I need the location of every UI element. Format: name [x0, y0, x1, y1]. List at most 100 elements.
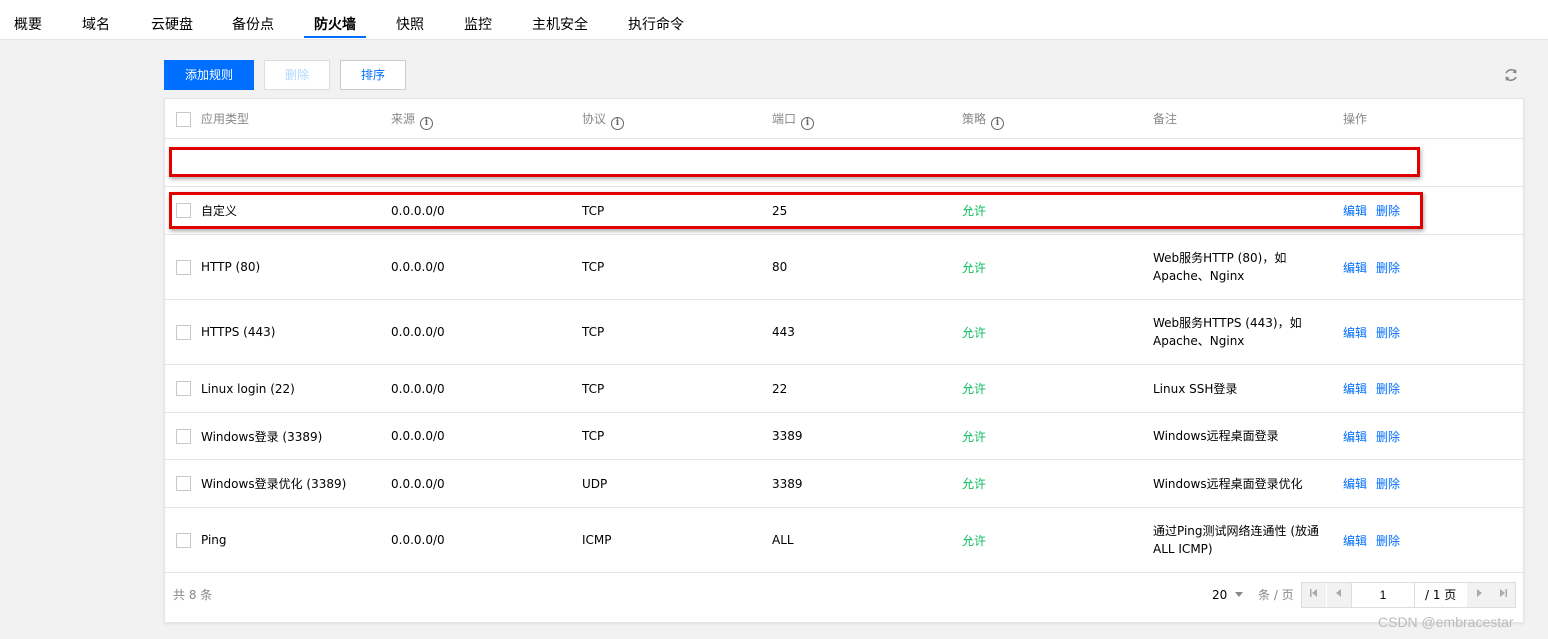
cell-note — [1153, 187, 1323, 234]
header-note: 备注 — [1153, 112, 1178, 126]
tab-overview[interactable]: 概要 — [14, 0, 42, 40]
cell-protocol: TCP — [582, 260, 605, 274]
cell-source: 0.0.0.0/0 — [391, 476, 445, 491]
total-pages: / 1 页 — [1425, 588, 1457, 602]
cell-policy: 允许 — [962, 325, 987, 340]
cell-note: 通过Ping测试网络连通性 (放通ALL ICMP) — [1153, 524, 1320, 556]
page-size-select[interactable]: 20 — [1212, 573, 1244, 617]
table-row: Windows登录 (3389) 0.0.0.0/0 TCP 3389 允许 W… — [165, 413, 1523, 460]
info-icon[interactable]: i — [991, 117, 1005, 130]
row-checkbox[interactable] — [176, 533, 191, 548]
cell-actions: 编辑 删除 — [1343, 235, 1409, 299]
select-all-checkbox[interactable] — [176, 112, 191, 127]
info-icon[interactable]: i — [420, 117, 434, 130]
cell-app-type: Ping — [201, 533, 227, 547]
cell-source: 0.0.0.0/0 — [391, 381, 445, 396]
edit-link[interactable]: 编辑 — [1343, 380, 1367, 397]
tab-snapshot[interactable]: 快照 — [396, 0, 424, 40]
delete-link[interactable]: 删除 — [1376, 475, 1400, 492]
cell-port: 443 — [772, 325, 795, 339]
cell-actions: 编辑 删除 — [1343, 508, 1409, 572]
cell-port: 80 — [772, 260, 788, 274]
edit-link[interactable]: 编辑 — [1343, 324, 1367, 341]
tab-bar: 概要 域名 云硬盘 备份点 防火墙 快照 监控 主机安全 执行命令 — [0, 0, 1548, 40]
cell-source: 0.0.0.0/0 — [391, 429, 445, 443]
add-rule-button[interactable]: 添加规则 — [164, 60, 254, 90]
edit-link[interactable]: 编辑 — [1343, 259, 1367, 276]
row-checkbox[interactable] — [176, 429, 191, 444]
page-number-input[interactable] — [1351, 583, 1415, 607]
next-page-icon — [1477, 589, 1482, 597]
cell-protocol: ICMP — [582, 533, 612, 547]
cell-port: 3389 — [772, 476, 803, 491]
header-port: 端口 i — [772, 99, 815, 139]
header-protocol: 协议 i — [582, 99, 625, 139]
tab-monitor[interactable]: 监控 — [464, 0, 492, 40]
cell-note: Web服务HTTPS (443)，如Apache、Nginx — [1153, 316, 1302, 348]
row-checkbox[interactable] — [176, 381, 191, 396]
tab-run-command[interactable]: 执行命令 — [628, 0, 684, 40]
last-page-icon — [1500, 589, 1507, 597]
row-checkbox[interactable] — [176, 260, 191, 275]
next-page-button[interactable] — [1467, 583, 1491, 607]
info-icon[interactable]: i — [801, 117, 815, 130]
cell-app-type: HTTP (80) — [201, 260, 261, 274]
cell-source: 0.0.0.0/0 — [391, 203, 445, 218]
cell-source: 0.0.0.0/0 — [391, 533, 445, 547]
refresh-icon[interactable] — [1503, 67, 1519, 83]
row-checkbox[interactable] — [176, 203, 191, 218]
cell-port: 25 — [772, 203, 788, 218]
cell-protocol: TCP — [582, 381, 605, 396]
delete-link[interactable]: 删除 — [1376, 428, 1400, 445]
delete-link[interactable]: 删除 — [1376, 324, 1400, 341]
edit-link[interactable]: 编辑 — [1343, 532, 1367, 549]
table-header: 应用类型 来源 i 协议 i 端口 i 策略 i 备注 操作 — [165, 99, 1523, 139]
last-page-button[interactable] — [1491, 583, 1515, 607]
delete-button[interactable]: 删除 — [264, 60, 330, 90]
cell-source: 0.0.0.0/0 — [391, 260, 445, 274]
pagination: / 1 页 — [1301, 582, 1516, 608]
row-checkbox[interactable] — [176, 476, 191, 491]
header-policy: 策略 i — [962, 99, 1005, 139]
cell-policy: 允许 — [962, 477, 987, 491]
cell-actions: 编辑 删除 — [1343, 460, 1409, 507]
cell-port: 22 — [772, 381, 788, 396]
cell-policy: 允许 — [962, 260, 987, 275]
cell-app-type: 自定义 — [201, 204, 238, 218]
first-page-button[interactable] — [1302, 583, 1326, 607]
tab-domain[interactable]: 域名 — [82, 0, 110, 40]
cell-protocol: TCP — [582, 429, 605, 443]
delete-link[interactable]: 删除 — [1376, 259, 1400, 276]
cell-policy: 允许 — [962, 204, 987, 218]
tab-firewall[interactable]: 防火墙 — [314, 0, 356, 40]
cell-app-type: HTTPS (443) — [201, 325, 276, 339]
cell-actions: 编辑 删除 — [1343, 187, 1409, 234]
cell-note: Web服务HTTP (80)，如Apache、Nginx — [1153, 251, 1287, 283]
cell-app-type: Windows登录优化 (3389) — [201, 477, 347, 491]
tab-host-security[interactable]: 主机安全 — [532, 0, 588, 40]
prev-page-button[interactable] — [1327, 583, 1351, 607]
cell-app-type: Windows登录 (3389) — [201, 429, 323, 444]
tab-backup[interactable]: 备份点 — [232, 0, 274, 40]
cell-protocol: TCP — [582, 325, 605, 339]
sort-button[interactable]: 排序 — [340, 60, 406, 90]
first-page-icon — [1310, 589, 1317, 597]
edit-link[interactable]: 编辑 — [1343, 475, 1367, 492]
delete-link[interactable]: 删除 — [1376, 532, 1400, 549]
edit-link[interactable]: 编辑 — [1343, 428, 1367, 445]
cell-note: Windows远程桌面登录优化 — [1153, 476, 1303, 491]
row-checkbox[interactable] — [176, 325, 191, 340]
cell-note: Linux SSH登录 — [1153, 381, 1238, 396]
delete-link[interactable]: 删除 — [1376, 202, 1400, 219]
tab-cloud-disk[interactable]: 云硬盘 — [151, 0, 193, 40]
cell-port: 3389 — [772, 429, 803, 443]
total-count: 共 8 条 — [173, 588, 213, 602]
cell-protocol: TCP — [582, 203, 605, 218]
active-tab-indicator — [304, 36, 366, 38]
caret-down-icon — [1235, 592, 1244, 597]
delete-link[interactable]: 删除 — [1376, 380, 1400, 397]
edit-link[interactable]: 编辑 — [1343, 202, 1367, 219]
cell-note: Windows远程桌面登录 — [1153, 429, 1279, 443]
cell-port: ALL — [772, 533, 794, 547]
info-icon[interactable]: i — [611, 117, 625, 130]
